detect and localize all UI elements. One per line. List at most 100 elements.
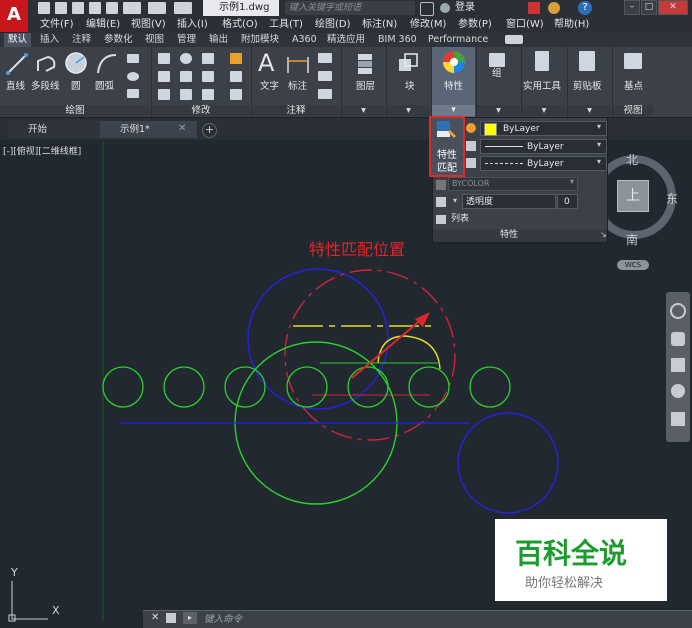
list-button[interactable]: 列表 xyxy=(451,212,469,226)
command-history-icon[interactable]: ▸ xyxy=(183,612,197,624)
menu-format[interactable]: 格式(O) xyxy=(222,17,258,33)
minimize-button[interactable]: – xyxy=(624,0,640,15)
draw-panel-title[interactable]: 绘图 xyxy=(0,105,150,116)
pan-hand-icon[interactable] xyxy=(671,332,685,346)
orbit-icon[interactable] xyxy=(671,384,685,398)
redo-icon[interactable] xyxy=(148,2,166,14)
chevron-down-icon[interactable]: ▾ xyxy=(597,140,601,149)
block-panel-expand[interactable]: ▾ xyxy=(387,105,430,116)
utilities-panel-expand[interactable]: ▾ xyxy=(522,105,566,116)
text-tool-label[interactable]: 文字 xyxy=(260,78,279,92)
copy-icon[interactable] xyxy=(158,71,170,82)
line-tool-label[interactable]: 直线 xyxy=(6,78,25,92)
transparency-icon[interactable] xyxy=(436,197,446,207)
tab-addins[interactable]: 附加模块 xyxy=(241,33,279,47)
chevron-down-icon[interactable]: ▾ xyxy=(597,122,601,131)
viewcube-top-face[interactable]: 上 xyxy=(617,180,649,212)
erase-icon[interactable] xyxy=(230,53,242,64)
chevron-down-icon[interactable]: ▾ xyxy=(453,196,457,205)
mtext-icon[interactable] xyxy=(318,89,332,99)
color-combo[interactable] xyxy=(480,121,607,136)
menu-modify[interactable]: 修改(M) xyxy=(410,17,446,33)
login-button[interactable]: 登录 xyxy=(455,1,475,15)
autocad-logo-button[interactable]: A xyxy=(0,0,28,32)
table-icon[interactable] xyxy=(318,71,332,81)
properties-panel-expand[interactable]: ▾ xyxy=(432,105,475,116)
tab-performance[interactable]: Performance xyxy=(428,33,488,47)
menu-draw[interactable]: 绘图(D) xyxy=(315,17,351,33)
block-label[interactable]: 块 xyxy=(405,78,415,92)
showmotion-icon[interactable] xyxy=(671,412,685,426)
tab-insert[interactable]: 插入 xyxy=(40,33,59,47)
print-icon[interactable] xyxy=(106,2,118,14)
tab-manage[interactable]: 管理 xyxy=(177,33,196,47)
command-input[interactable]: 键入命令 xyxy=(204,611,242,625)
menu-tools[interactable]: 工具(T) xyxy=(269,17,303,33)
rotate-icon[interactable] xyxy=(180,53,192,64)
trim-icon[interactable] xyxy=(202,53,214,64)
wcs-menu[interactable]: WCS xyxy=(617,260,649,270)
open-file-icon[interactable] xyxy=(55,2,67,14)
ellipse-icon[interactable] xyxy=(127,72,139,81)
workspace-icon[interactable] xyxy=(174,2,192,14)
view-panel-title[interactable]: 视图 xyxy=(613,105,653,116)
array-icon[interactable] xyxy=(202,89,214,100)
menu-dimension[interactable]: 标注(N) xyxy=(362,17,397,33)
ribbon-toggle-icon[interactable] xyxy=(505,35,523,44)
basepoint-label[interactable]: 基点 xyxy=(624,78,643,92)
menu-file[interactable]: 文件(F) xyxy=(40,17,74,33)
menu-parametric[interactable]: 参数(P) xyxy=(458,17,492,33)
viewcube-north[interactable]: 北 xyxy=(626,151,638,168)
stretch-icon[interactable] xyxy=(158,89,170,100)
clipboard-panel-expand[interactable]: ▾ xyxy=(568,105,611,116)
chevron-down-icon[interactable]: ▾ xyxy=(570,177,574,186)
group-panel-expand[interactable]: ▾ xyxy=(477,105,520,116)
tab-view[interactable]: 视图 xyxy=(145,33,164,47)
viewcube-east[interactable]: 东 xyxy=(666,190,678,207)
tab-annotate[interactable]: 注释 xyxy=(72,33,91,47)
tab-output[interactable]: 输出 xyxy=(209,33,228,47)
dimension-tool-label[interactable]: 标注 xyxy=(288,78,307,92)
scale-icon[interactable] xyxy=(180,89,192,100)
tab-default[interactable]: 默认 xyxy=(4,33,32,47)
clipboard-label[interactable]: 剪贴板 xyxy=(573,78,602,92)
binoculars-icon[interactable] xyxy=(420,2,434,16)
close-command-icon[interactable]: ✕ xyxy=(151,612,159,623)
annotation-panel-title[interactable]: 注释 xyxy=(252,105,340,116)
save-as-icon[interactable] xyxy=(89,2,101,14)
steering-wheel-icon[interactable] xyxy=(670,303,686,319)
mirror-icon[interactable] xyxy=(180,71,192,82)
hatch-icon[interactable] xyxy=(127,89,139,98)
viewcube-south[interactable]: 南 xyxy=(626,231,638,248)
circle-tool-label[interactable]: 圆 xyxy=(71,78,81,92)
polyline-tool-label[interactable]: 多段线 xyxy=(31,78,60,92)
chevron-down-icon[interactable]: ▾ xyxy=(597,157,601,166)
move-icon[interactable] xyxy=(158,53,170,64)
restore-button[interactable]: □ xyxy=(641,0,657,15)
undo-icon[interactable] xyxy=(123,2,141,14)
help-icon[interactable]: ? xyxy=(578,1,592,15)
dialog-launcher-icon[interactable]: ↘ xyxy=(600,230,607,239)
connect-icon[interactable] xyxy=(548,2,560,14)
save-icon[interactable] xyxy=(72,2,84,14)
wrench-icon[interactable] xyxy=(166,613,176,623)
tab-featured-apps[interactable]: 精选应用 xyxy=(327,33,365,47)
menu-help[interactable]: 帮助(H) xyxy=(554,17,589,33)
tab-a360[interactable]: A360 xyxy=(292,33,317,47)
fillet-icon[interactable] xyxy=(202,71,214,82)
layers-label[interactable]: 图层 xyxy=(356,78,375,92)
explode-icon[interactable] xyxy=(230,71,242,82)
close-tab-icon[interactable]: ✕ xyxy=(178,123,186,134)
rectangle-icon[interactable] xyxy=(127,54,139,63)
tab-parametric[interactable]: 参数化 xyxy=(104,33,133,47)
properties-label[interactable]: 特性 xyxy=(444,78,463,92)
menu-view[interactable]: 视图(V) xyxy=(131,17,166,33)
utilities-label[interactable]: 实用工具 xyxy=(523,78,561,92)
file-tab-start[interactable]: 开始 xyxy=(8,121,103,138)
exchange-icon[interactable] xyxy=(528,2,540,14)
close-button[interactable]: ✕ xyxy=(658,0,688,15)
leader-icon[interactable] xyxy=(318,53,332,63)
menu-edit[interactable]: 编辑(E) xyxy=(86,17,120,33)
modify-panel-title[interactable]: 修改 xyxy=(152,105,250,116)
group-label[interactable]: 组 xyxy=(492,65,502,79)
